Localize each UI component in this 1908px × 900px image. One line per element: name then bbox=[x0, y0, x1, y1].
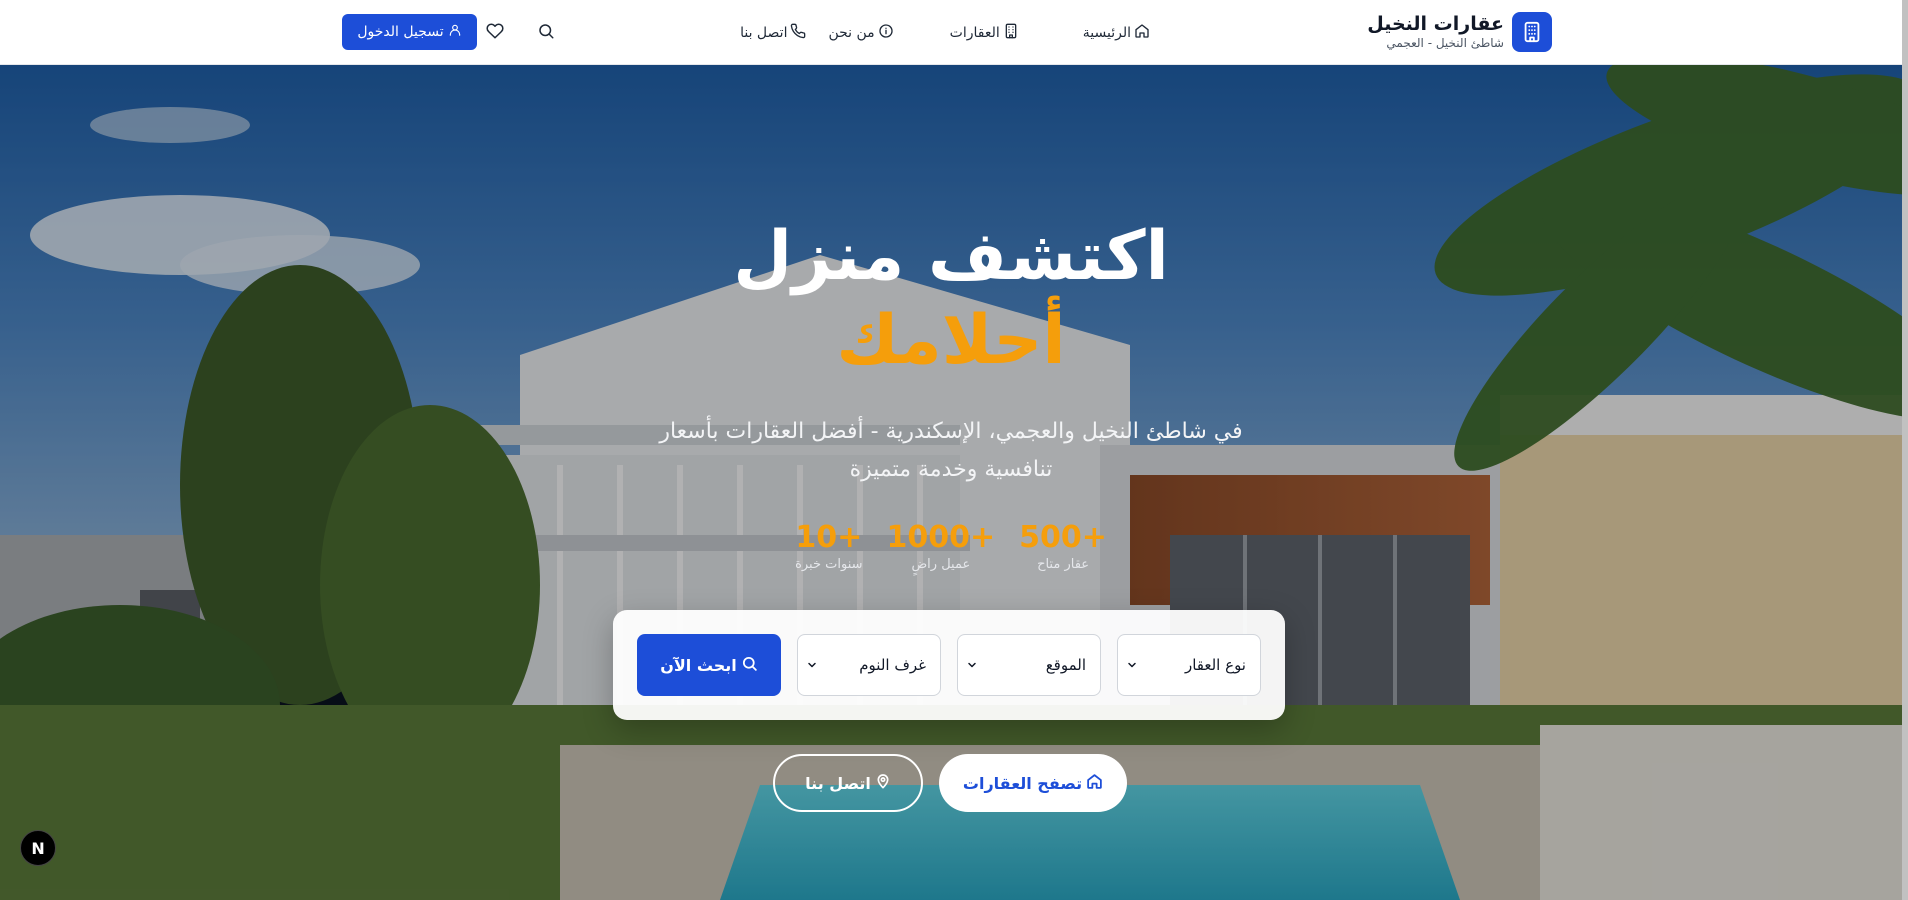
location-select[interactable]: الموقع bbox=[957, 634, 1101, 696]
nav-contact-label: اتصل بنا bbox=[740, 24, 788, 41]
contact-us-label: اتصل بنا bbox=[805, 773, 871, 793]
brand[interactable]: عقارات النخيل شاطئ النخيل - العجمي bbox=[1367, 12, 1552, 52]
scrollbar-thumb[interactable] bbox=[1902, 0, 1908, 900]
heart-icon[interactable] bbox=[484, 20, 506, 42]
brand-text: عقارات النخيل شاطئ النخيل - العجمي bbox=[1367, 13, 1504, 51]
bedrooms-select[interactable]: غرف النوم bbox=[797, 634, 941, 696]
stat-clients: +1000 عميل راضٍ bbox=[887, 520, 996, 574]
brand-subtitle: شاطئ النخيل - العجمي bbox=[1386, 36, 1504, 50]
nav-about[interactable]: من نحن bbox=[828, 23, 893, 43]
stat-value: +1000 bbox=[886, 520, 996, 555]
nav-home-label: الرئيسية bbox=[1082, 24, 1131, 41]
chevron-down-icon bbox=[1126, 656, 1138, 675]
browse-properties-button[interactable]: تصفح العقارات bbox=[939, 754, 1127, 812]
search-now-label: ابحث الآن bbox=[660, 655, 737, 675]
home-icon bbox=[1134, 23, 1150, 43]
stat-properties: +500 عقار متاح bbox=[1019, 520, 1107, 574]
login-label: تسجيل الدخول bbox=[357, 24, 444, 40]
building-icon bbox=[1003, 23, 1019, 43]
search-icon bbox=[741, 655, 758, 676]
nav-properties-label: العقارات bbox=[949, 24, 1000, 41]
hero-title-highlight: أحلامك bbox=[836, 301, 1066, 380]
property-search-panel: نوع العقار الموقع غرف النوم ابحث الآن bbox=[613, 610, 1285, 720]
search-now-button[interactable]: ابحث الآن bbox=[637, 634, 781, 696]
user-icon bbox=[448, 23, 462, 41]
location-value: الموقع bbox=[1045, 656, 1086, 674]
property-type-value: نوع العقار bbox=[1184, 656, 1246, 674]
property-type-select[interactable]: نوع العقار bbox=[1117, 634, 1261, 696]
nav-properties[interactable]: العقارات bbox=[950, 23, 1019, 43]
scrollbar[interactable] bbox=[1902, 0, 1908, 900]
chevron-down-icon bbox=[966, 656, 978, 675]
brand-name: عقارات النخيل bbox=[1367, 13, 1504, 35]
site-header: عقارات النخيل شاطئ النخيل - العجمي الرئي… bbox=[0, 0, 1902, 65]
hero-subtitle: في شاطئ النخيل والعجمي، الإسكندرية - أفض… bbox=[659, 419, 1243, 482]
dev-tools-badge[interactable]: N bbox=[20, 830, 56, 866]
info-icon bbox=[878, 23, 894, 43]
home-icon bbox=[1086, 773, 1103, 794]
nav-contact[interactable]: اتصل بنا bbox=[740, 23, 806, 43]
contact-us-button[interactable]: اتصل بنا bbox=[773, 754, 923, 812]
stat-value: +10 bbox=[795, 520, 863, 555]
stat-label: سنوات خبرة bbox=[795, 557, 863, 572]
search-icon[interactable] bbox=[535, 20, 557, 42]
main-nav: الرئيسية العقارات من نحن اتصل بنا bbox=[740, 0, 1150, 65]
hero-stats: +500 عقار متاح +1000 عميل راضٍ +10 سنوات… bbox=[0, 520, 1902, 574]
nav-about-label: من نحن bbox=[828, 24, 875, 41]
stat-value: +500 bbox=[1019, 520, 1107, 555]
stat-experience: +10 سنوات خبرة bbox=[795, 520, 862, 574]
login-button[interactable]: تسجيل الدخول bbox=[342, 14, 477, 50]
phone-icon bbox=[790, 23, 806, 43]
hero-section: اكتشف منزل أحلامك في شاطئ النخيل والعجمي… bbox=[0, 65, 1902, 900]
hero-title: اكتشف منزل bbox=[733, 217, 1169, 296]
building-icon bbox=[1512, 12, 1552, 52]
browse-properties-label: تصفح العقارات bbox=[962, 773, 1083, 793]
hero-content: اكتشف منزل أحلامك في شاطئ النخيل والعجمي… bbox=[0, 65, 1902, 900]
bedrooms-value: غرف النوم bbox=[859, 656, 926, 674]
chevron-down-icon bbox=[806, 656, 818, 675]
map-pin-icon bbox=[875, 773, 891, 793]
nav-home[interactable]: الرئيسية bbox=[1083, 23, 1150, 43]
stat-label: عميل راضٍ bbox=[911, 557, 971, 572]
stat-label: عقار متاح bbox=[1037, 557, 1090, 572]
